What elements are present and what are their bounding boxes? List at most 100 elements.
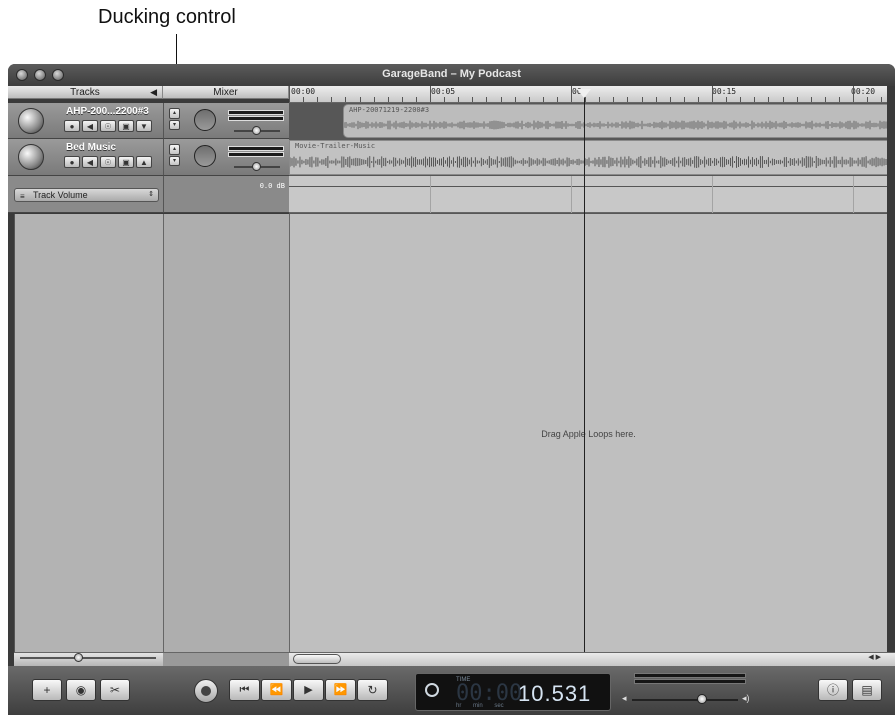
- scroll-arrows-icon[interactable]: ◀ ▶: [868, 653, 881, 661]
- apple-loops-drop-area[interactable]: Drag Apple Loops here.: [289, 214, 887, 652]
- grid-line: [571, 176, 572, 213]
- podcast-voice-track-icon: [18, 108, 44, 134]
- ruler-tick: [853, 86, 854, 102]
- ruler-tick: [599, 97, 601, 102]
- ruler-label-0: 00:00: [291, 87, 316, 96]
- track-header-2[interactable]: Bed Music ● ◀ ☉ ▣ ▲: [8, 139, 163, 176]
- region-label-voice: AHP-20071219-2200#3: [349, 106, 430, 114]
- record-enable-button[interactable]: ●: [64, 120, 80, 132]
- ruler-tick: [655, 97, 657, 102]
- track-volume-automation-lane[interactable]: [289, 176, 895, 213]
- ruler-tick: [528, 97, 530, 102]
- ruler-tick: [824, 97, 826, 102]
- automation-parameter-label: Track Volume: [33, 190, 88, 200]
- level-meter-left: [228, 146, 284, 151]
- ducking-down-arrow-icon[interactable]: ▾: [169, 119, 180, 130]
- tracks-empty-area[interactable]: [14, 214, 163, 652]
- pan-knob[interactable]: [194, 109, 216, 131]
- master-level-meter-left: [634, 673, 746, 678]
- ruler-tick: [303, 97, 305, 102]
- audio-region-voice[interactable]: AHP-20071219-2200#3: [343, 104, 895, 138]
- ruler-tick: [782, 97, 784, 102]
- track-mixer-1: ▴ ▾: [163, 103, 289, 139]
- ruler-tick: [345, 97, 347, 102]
- playhead-line[interactable]: [584, 94, 585, 654]
- play-button[interactable]: ▶: [293, 679, 324, 701]
- show-automation-button[interactable]: ▼: [136, 120, 152, 132]
- ducking-up-arrow-icon[interactable]: ▴: [169, 108, 180, 119]
- add-track-button[interactable]: +: [32, 679, 62, 701]
- volume-high-icon: ◂): [742, 693, 750, 703]
- pan-knob[interactable]: [194, 145, 216, 167]
- info-button[interactable]: ⓘ: [818, 679, 848, 701]
- ruler-tick: [373, 97, 375, 102]
- title-bar[interactable]: GarageBand – My Podcast: [8, 64, 895, 86]
- volume-automation-curve[interactable]: [289, 186, 895, 187]
- ruler-tick: [401, 97, 403, 102]
- ruler-label-5: 00:05: [431, 87, 456, 96]
- cycle-button[interactable]: ↻: [357, 679, 388, 701]
- ruler-label-15: 00:15: [712, 87, 737, 96]
- track-volume-slider-thumb[interactable]: [252, 162, 261, 171]
- ruler-label-20: 00:20: [851, 87, 876, 96]
- tracks-column-header: Tracks ◀: [8, 86, 163, 99]
- lock-button[interactable]: ▣: [118, 156, 134, 168]
- ducking-control[interactable]: ▴ ▾: [169, 108, 180, 130]
- hide-automation-button[interactable]: ▲: [136, 156, 152, 168]
- solo-button[interactable]: ☉: [100, 156, 116, 168]
- record-enable-button[interactable]: ●: [64, 156, 80, 168]
- master-volume-slider-thumb[interactable]: [697, 694, 707, 704]
- garageband-window: GarageBand – My Podcast Tracks ◀ Mixer 0…: [8, 64, 895, 715]
- track-name-2: Bed Music: [66, 142, 117, 153]
- select-arrows-icon: ⇕: [148, 191, 154, 198]
- solo-button[interactable]: ☉: [100, 120, 116, 132]
- ruler-tick: [613, 97, 615, 102]
- rewind-button[interactable]: ⏪: [261, 679, 292, 701]
- track-volume-slider-thumb[interactable]: [252, 126, 261, 135]
- hide-mixer-toggle-icon[interactable]: ◀: [150, 86, 157, 99]
- ducking-up-arrow-icon[interactable]: ▴: [169, 144, 180, 155]
- media-browser-button[interactable]: ▤: [852, 679, 882, 701]
- ruler-tick: [810, 97, 812, 102]
- ducking-control-2[interactable]: ▴ ▾: [169, 144, 180, 166]
- mixer-footer: [163, 652, 289, 666]
- ruler-tick: [331, 97, 333, 102]
- lock-button[interactable]: ▣: [118, 120, 134, 132]
- mute-button[interactable]: ◀: [82, 156, 98, 168]
- master-volume-slider-track[interactable]: [632, 699, 738, 701]
- playhead-handle[interactable]: [577, 89, 591, 98]
- ruler-tick: [317, 97, 319, 102]
- record-button[interactable]: [194, 679, 218, 703]
- time-display[interactable]: TIME 00:00 10.531 hr min sec: [415, 673, 611, 711]
- ruler-tick: [641, 97, 643, 102]
- mute-button[interactable]: ◀: [82, 120, 98, 132]
- automation-parameter-select[interactable]: ≡ Track Volume ⇕: [14, 188, 159, 202]
- automation-value-label: 0.0 dB: [259, 182, 285, 190]
- ducking-down-arrow-icon[interactable]: ▾: [169, 155, 180, 166]
- ruler-tick: [444, 97, 446, 102]
- audio-region-music[interactable]: Movie-Trailer-Music: [289, 140, 895, 175]
- ruler-tick: [514, 97, 516, 102]
- ruler-tick: [430, 86, 431, 102]
- zoom-slider-track[interactable]: [20, 657, 156, 659]
- music-waveform: [290, 156, 893, 168]
- zoom-slider-thumb[interactable]: [74, 653, 83, 662]
- horizontal-scroll-thumb[interactable]: [293, 654, 341, 664]
- tracks-header-label: Tracks: [70, 87, 100, 98]
- track-header-1[interactable]: AHP-200...2200#3 ● ◀ ☉ ▣ ▼: [8, 103, 163, 139]
- go-to-beginning-button[interactable]: ⏮: [229, 679, 260, 701]
- horizontal-scrollbar[interactable]: ◀ ▶: [289, 652, 895, 666]
- zoom-slider[interactable]: [14, 652, 163, 666]
- list-icon: ≡: [20, 192, 25, 201]
- ruler-tick: [289, 86, 290, 102]
- master-level-meter-right: [634, 679, 746, 684]
- loop-browser-button[interactable]: ◉: [66, 679, 96, 701]
- grid-line: [853, 176, 854, 213]
- fast-forward-button[interactable]: ⏩: [325, 679, 356, 701]
- ducking-control-callout: Ducking control: [98, 6, 236, 28]
- clock-icon: [425, 683, 439, 697]
- level-meter-right: [228, 116, 284, 121]
- track-editor-button[interactable]: ✂: [100, 679, 130, 701]
- ruler-tick: [500, 97, 502, 102]
- timeline-ruler[interactable]: 00:00 00:05 00 00:15 00:20: [289, 86, 895, 103]
